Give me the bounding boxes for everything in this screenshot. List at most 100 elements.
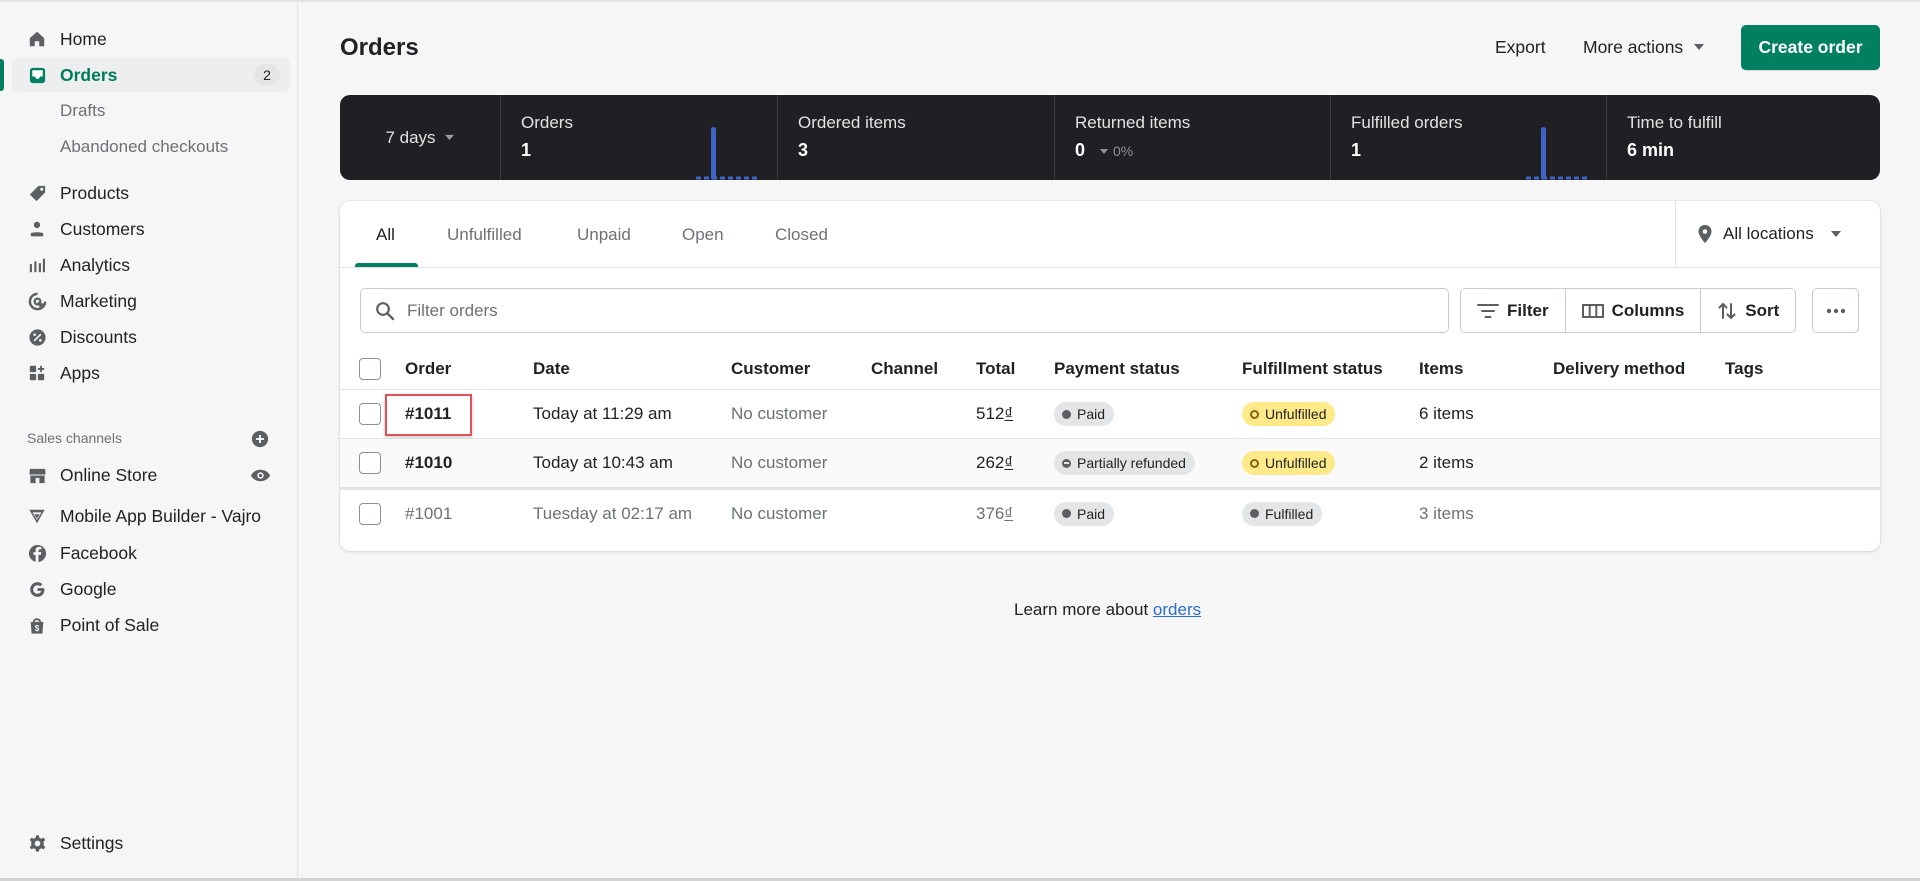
ellipsis-icon — [1826, 308, 1845, 313]
row-checkbox[interactable] — [359, 502, 381, 525]
sidebar-item-label: Discounts — [60, 326, 137, 347]
select-all-checkbox[interactable] — [359, 357, 381, 380]
sidebar-item-customers[interactable]: Customers — [0, 212, 290, 246]
tab-unfulfilled[interactable]: Unfulfilled — [447, 201, 522, 268]
sidebar-channel-vajro[interactable]: Mobile App Builder - Vajro — [0, 499, 290, 533]
column-header-delivery-method[interactable]: Delivery method — [1553, 348, 1685, 389]
sidebar-item-apps[interactable]: Apps — [0, 356, 290, 390]
payment-status-badge: Paid — [1054, 501, 1115, 526]
order-customer: No customer — [731, 453, 828, 472]
order-number-link[interactable]: #1001 — [405, 504, 452, 524]
sidebar-channel-google[interactable]: Google — [0, 572, 290, 606]
column-header-fulfillment-status[interactable]: Fulfillment status — [1242, 348, 1383, 389]
view-online-store-button[interactable] — [249, 464, 271, 486]
column-header-tags[interactable]: Tags — [1725, 348, 1763, 389]
sidebar-item-discounts[interactable]: Discounts — [0, 320, 290, 354]
bar-chart-icon — [27, 255, 47, 275]
location-pin-icon — [1698, 225, 1712, 243]
order-date: Today at 11:29 am — [533, 404, 672, 423]
order-total: 262 ₫ — [976, 439, 1013, 487]
sales-channels-heading: Sales channels — [27, 430, 122, 446]
sidebar-item-products[interactable]: Products — [0, 176, 290, 210]
tab-unpaid[interactable]: Unpaid — [577, 201, 631, 268]
caret-down-icon — [444, 134, 454, 141]
export-button[interactable]: Export — [1495, 28, 1546, 66]
more-options-button[interactable] — [1812, 288, 1859, 333]
tab-all[interactable]: All — [376, 201, 395, 268]
column-header-total[interactable]: Total — [976, 348, 1015, 389]
stat-label: Fulfilled orders — [1351, 113, 1463, 132]
sidebar-item-label: Facebook — [60, 542, 137, 563]
stat-fulfilled-orders[interactable]: Fulfilled orders 1 — [1330, 95, 1606, 180]
filter-orders-field[interactable] — [360, 288, 1449, 333]
stat-value: 1 — [1351, 140, 1362, 160]
column-header-channel[interactable]: Channel — [871, 348, 938, 389]
column-header-customer[interactable]: Customer — [731, 348, 810, 389]
vajro-icon — [27, 506, 47, 526]
sidebar-item-marketing[interactable]: Marketing — [0, 284, 290, 318]
column-header-payment-status[interactable]: Payment status — [1054, 348, 1180, 389]
tab-closed[interactable]: Closed — [775, 201, 828, 268]
columns-button[interactable]: Columns — [1566, 289, 1702, 332]
column-header-date[interactable]: Date — [533, 348, 570, 389]
sidebar-subitem-drafts[interactable]: Drafts — [60, 101, 105, 121]
add-sales-channel-button[interactable] — [249, 428, 271, 450]
store-icon — [27, 465, 47, 485]
orders-sparkline — [696, 127, 758, 180]
sidebar-channel-facebook[interactable]: Facebook — [0, 536, 290, 570]
sidebar-subitem-abandoned-checkouts[interactable]: Abandoned checkouts — [60, 137, 228, 157]
filter-button[interactable]: Filter — [1461, 289, 1566, 332]
tag-icon — [27, 183, 47, 203]
page-title: Orders — [340, 34, 419, 61]
tab-open[interactable]: Open — [682, 201, 724, 268]
order-customer: No customer — [731, 503, 828, 523]
plus-circle-icon — [251, 430, 269, 448]
sidebar-item-label: Online Store — [60, 464, 158, 485]
filter-label: Filter — [1507, 300, 1549, 320]
order-total: 512 ₫ — [976, 390, 1013, 438]
stat-time-to-fulfill[interactable]: Time to fulfill 6 min — [1606, 95, 1880, 180]
fulfillment-status-badge: Fulfilled — [1242, 501, 1323, 526]
table-row[interactable]: #1001 Tuesday at 02:17 am No customer 37… — [340, 488, 1880, 537]
location-selector[interactable]: All locations — [1697, 215, 1842, 253]
divider — [1675, 201, 1676, 268]
sort-label: Sort — [1745, 300, 1780, 320]
table-header: Order Date Customer Channel Total Paymen… — [340, 348, 1880, 390]
columns-icon — [1581, 303, 1604, 318]
table-row[interactable]: #1011 Today at 11:29 am No customer 512 ₫… — [340, 390, 1880, 439]
sidebar-channel-online-store[interactable]: Online Store — [0, 458, 290, 492]
stat-label: Orders — [521, 113, 573, 132]
date-range-selector[interactable]: 7 days — [340, 95, 500, 180]
sidebar-item-settings[interactable]: Settings — [0, 826, 290, 860]
eye-icon — [250, 469, 270, 481]
sidebar-item-label: Settings — [60, 832, 124, 853]
order-number-link[interactable]: #1011 — [405, 404, 451, 424]
column-header-order[interactable]: Order — [405, 348, 451, 389]
filter-orders-input[interactable] — [407, 300, 1407, 321]
sidebar-item-home[interactable]: Home — [0, 22, 290, 56]
facebook-icon — [27, 543, 47, 563]
stat-label: Ordered items — [798, 113, 906, 132]
column-header-items[interactable]: Items — [1419, 348, 1463, 389]
row-checkbox[interactable] — [359, 452, 381, 474]
row-checkbox[interactable] — [359, 403, 381, 425]
more-actions-button[interactable]: More actions — [1583, 28, 1705, 66]
learn-more-orders-link[interactable]: orders — [1153, 600, 1201, 619]
stat-orders[interactable]: Orders 1 — [500, 95, 777, 180]
create-order-button[interactable]: Create order — [1741, 25, 1880, 70]
sort-button[interactable]: Sort — [1701, 289, 1795, 332]
fulfillment-status-label: Fulfilled — [1265, 505, 1314, 522]
sidebar-item-analytics[interactable]: Analytics — [0, 248, 290, 282]
person-icon — [27, 219, 47, 239]
table-row[interactable]: #1010 Today at 10:43 am No customer 262 ₫… — [340, 439, 1880, 488]
stat-returned-items[interactable]: Returned items 0 0% — [1054, 95, 1330, 180]
sidebar-channel-point-of-sale[interactable]: $ Point of Sale — [0, 608, 290, 642]
order-tabs: All Unfulfilled Unpaid Open Closed All l… — [340, 201, 1880, 268]
stat-ordered-items[interactable]: Ordered items 3 — [777, 95, 1054, 180]
sidebar-item-orders[interactable]: Orders 2 — [12, 58, 290, 92]
sidebar-item-label: Apps — [60, 362, 100, 383]
spark-bar — [711, 127, 716, 180]
order-date: Today at 10:43 am — [533, 453, 673, 472]
order-number-link[interactable]: #1010 — [405, 453, 452, 473]
status-dot-icon — [1062, 509, 1071, 518]
